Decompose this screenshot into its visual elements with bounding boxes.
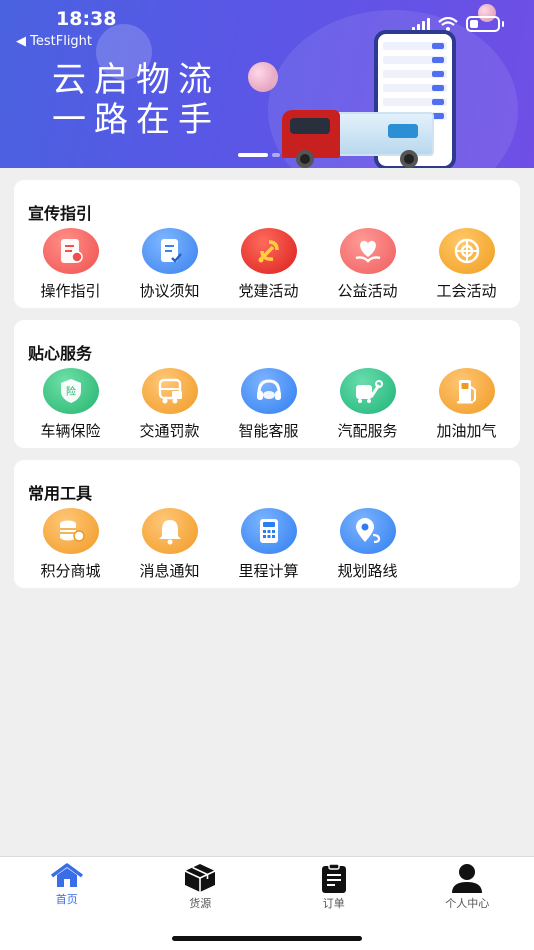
menu-item-agreement[interactable]: 协议须知 — [120, 228, 219, 301]
menu-item-label: 党建活动 — [238, 282, 299, 300]
order-clipboard-icon — [321, 863, 346, 893]
menu-item-label: 公益活动 — [337, 282, 398, 300]
party-emblem-icon — [240, 228, 297, 274]
section-card-tools: 常用工具 积分商城 消息通知 里程计算 规划路线 — [14, 460, 520, 588]
section-card-services: 贴心服务 险 车辆保险 交通罚款 智能客服 汽配服务 加油加气 — [14, 320, 520, 448]
menu-item-union-activity[interactable]: 工会活动 — [417, 228, 516, 301]
back-to-app-link[interactable]: ◀ TestFlight — [16, 34, 92, 49]
insurance-shield-icon: 险 — [42, 368, 99, 414]
svg-text:险: 险 — [66, 385, 76, 398]
menu-item-label: 积分商城 — [40, 562, 101, 580]
truck-wheel — [400, 150, 418, 168]
menu-item-label: 交通罚款 — [139, 422, 200, 440]
menu-item-traffic-fine[interactable]: 交通罚款 — [120, 368, 219, 441]
charity-heart-icon — [339, 228, 396, 274]
section-card-promotion: 宣传指引 操作指引 协议须知 党建活动 公益活动 工会活动 — [14, 180, 520, 308]
tab-label: 个人中心 — [445, 897, 490, 910]
menu-item-vehicle-insurance[interactable]: 险 车辆保险 — [21, 368, 120, 441]
menu-item-label: 操作指引 — [40, 282, 101, 300]
wifi-icon — [438, 17, 458, 31]
traffic-fine-icon — [141, 368, 198, 414]
menu-item-label: 消息通知 — [139, 562, 200, 580]
banner-slogan-line2: 一路在手 — [52, 100, 220, 140]
fuel-pump-icon — [438, 368, 495, 414]
menu-item-party-activity[interactable]: 党建活动 — [219, 228, 318, 301]
truck-wheel — [296, 150, 314, 168]
user-icon — [452, 864, 483, 893]
menu-item-label: 智能客服 — [238, 422, 299, 440]
menu-item-mileage-calc[interactable]: 里程计算 — [219, 508, 318, 581]
cargo-box-icon — [184, 864, 216, 892]
signal-icon — [412, 17, 430, 31]
bell-icon — [141, 508, 198, 554]
section-title: 宣传指引 — [28, 204, 93, 223]
menu-item-label: 规划路线 — [337, 562, 398, 580]
section-title: 常用工具 — [28, 484, 93, 503]
menu-item-fuel-gas[interactable]: 加油加气 — [417, 368, 516, 441]
promo-banner[interactable]: 18:38 ◀ TestFlight 云启物流 一路在手 — [0, 0, 534, 168]
home-icon — [50, 863, 83, 887]
menu-item-label: 工会活动 — [436, 282, 497, 300]
banner-pager-dot — [272, 153, 280, 157]
tab-label: 首页 — [55, 893, 78, 906]
truck-logo — [388, 124, 418, 138]
truck-window — [290, 118, 330, 134]
auto-parts-icon — [339, 368, 396, 414]
menu-item-label: 车辆保险 — [40, 422, 101, 440]
headset-icon — [240, 368, 297, 414]
menu-item-auto-parts[interactable]: 汽配服务 — [318, 368, 417, 441]
agreement-icon — [141, 228, 198, 274]
union-emblem-icon — [438, 228, 495, 274]
coins-icon — [42, 508, 99, 554]
tab-label: 订单 — [322, 897, 345, 910]
menu-item-label: 加油加气 — [436, 422, 497, 440]
calculator-icon — [240, 508, 297, 554]
menu-item-route-planning[interactable]: 规划路线 — [318, 508, 417, 581]
tab-home[interactable]: 首页 — [0, 857, 134, 950]
banner-pager-active — [238, 153, 268, 157]
menu-item-label: 协议须知 — [139, 282, 200, 300]
menu-item-label: 里程计算 — [238, 562, 299, 580]
tab-label: 货源 — [189, 897, 212, 910]
menu-item-operation-guide[interactable]: 操作指引 — [21, 228, 120, 301]
guide-icon — [42, 228, 99, 274]
status-time: 18:38 — [56, 8, 117, 30]
section-title: 贴心服务 — [28, 344, 93, 363]
battery-tip — [502, 21, 504, 27]
home-indicator[interactable] — [172, 936, 362, 941]
menu-item-charity-activity[interactable]: 公益活动 — [318, 228, 417, 301]
battery-icon — [466, 16, 500, 32]
menu-item-notifications[interactable]: 消息通知 — [120, 508, 219, 581]
menu-item-smart-support[interactable]: 智能客服 — [219, 368, 318, 441]
truck-container — [334, 112, 434, 156]
menu-item-label: 汽配服务 — [337, 422, 398, 440]
route-pin-icon — [339, 508, 396, 554]
tab-profile[interactable]: 个人中心 — [401, 857, 534, 950]
menu-item-points-mall[interactable]: 积分商城 — [21, 508, 120, 581]
